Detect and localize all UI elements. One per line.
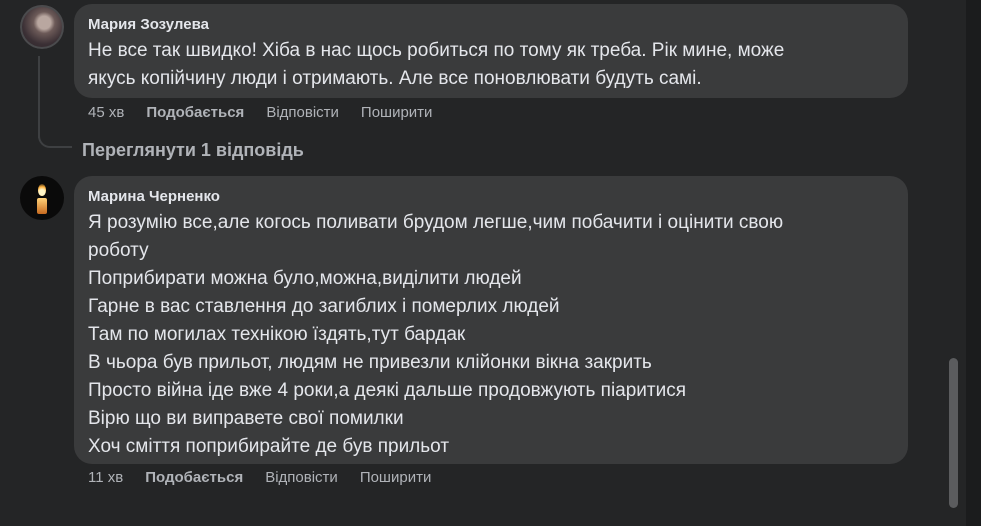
scrollbar-thumb[interactable] — [949, 358, 958, 508]
like-button[interactable]: Подобається — [145, 468, 243, 488]
candle-flame-icon — [38, 184, 46, 196]
avatar-ring — [20, 5, 64, 49]
avatar-mariya-zozuleva[interactable] — [20, 5, 64, 49]
comment-actions: 11 хв Подобається Відповісти Поширити — [88, 468, 453, 488]
comments-panel: Мария Зозулева Не все так швидко! Хіба в… — [0, 0, 981, 526]
share-button[interactable]: Поширити — [360, 468, 432, 488]
comment-bubble: Мария Зозулева Не все так швидко! Хіба в… — [74, 4, 908, 98]
comment-timestamp[interactable]: 45 хв — [88, 103, 124, 123]
view-replies-link[interactable]: Переглянути 1 відповідь — [82, 138, 304, 162]
thread-connector-curve — [38, 120, 72, 148]
comment-author[interactable]: Марина Черненко — [88, 187, 894, 207]
comment-line: Просто війна іде вже 4 роки,а деякі даль… — [88, 380, 687, 401]
comment-line: Поприбирати можна було,можна,виділити лю… — [88, 268, 522, 289]
reply-button[interactable]: Відповісти — [266, 103, 339, 123]
comment-actions: 45 хв Подобається Відповісти Поширити — [88, 103, 454, 123]
comment-line: Хоч сміття поприбирайте де був прильот — [88, 436, 450, 457]
like-button[interactable]: Подобається — [146, 103, 244, 123]
comment-line: якусь копійчину люди і отримають. Але вс… — [88, 68, 702, 89]
window-edge — [966, 0, 981, 526]
comment-line: Я розумію все,але когось поливати брудом… — [88, 212, 784, 233]
comment-line: роботу — [88, 240, 149, 261]
candle-icon — [37, 198, 47, 214]
comment-line: В чьора був прильот, людям не привезли к… — [88, 352, 652, 373]
comment-line: Не все так швидко! Хіба в нас щось робит… — [88, 40, 785, 61]
comment-text: Не все так швидко! Хіба в нас щось робит… — [88, 37, 894, 93]
comment-line: Гарне в вас ставлення до загиблих і поме… — [88, 296, 560, 317]
reply-button[interactable]: Відповісти — [265, 468, 338, 488]
share-button[interactable]: Поширити — [361, 103, 433, 123]
comment-author[interactable]: Мария Зозулева — [88, 15, 894, 35]
comment-timestamp[interactable]: 11 хв — [88, 468, 123, 488]
comment-line: Там по могилах технікою їздять,тут барда… — [88, 324, 466, 345]
comment-bubble: Марина Черненко Я розумію все,але когось… — [74, 176, 908, 464]
comment-text: Я розумію все,але когось поливати брудом… — [88, 209, 894, 461]
comment-line: Вірю що ви виправете свої помилки — [88, 408, 404, 429]
candle-avatar[interactable] — [20, 176, 64, 220]
